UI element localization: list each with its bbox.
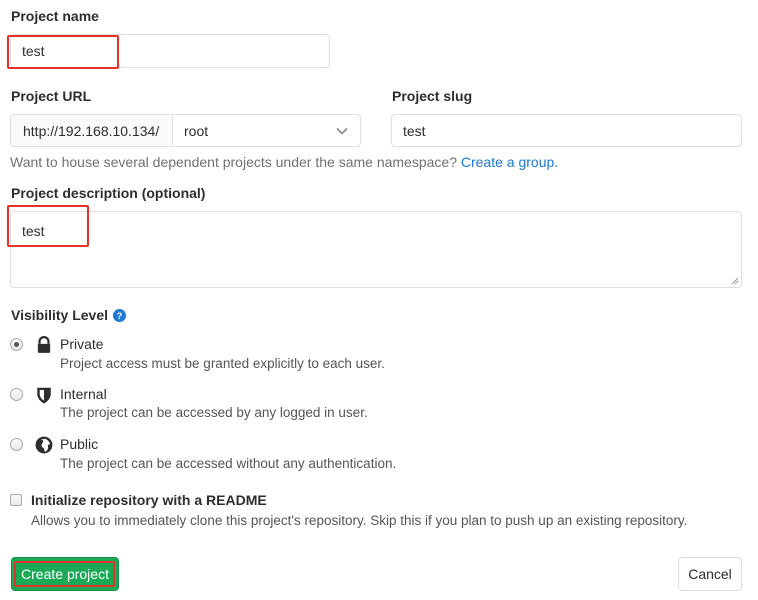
namespace-help-text: Want to house several dependent projects… xyxy=(10,154,457,170)
svg-text:?: ? xyxy=(117,311,123,321)
visibility-label: Visibility Level xyxy=(11,307,109,323)
visibility-radio-internal[interactable] xyxy=(10,388,23,401)
visibility-internal-title: Internal xyxy=(60,386,107,402)
project-url-label: Project URL xyxy=(11,88,92,104)
project-name-value: test xyxy=(22,43,45,59)
project-slug-label: Project slug xyxy=(392,88,473,104)
project-description-label: Project description (optional) xyxy=(11,185,206,201)
cancel-label: Cancel xyxy=(688,566,732,582)
project-url-prefix: http://192.168.10.134/ xyxy=(11,115,173,146)
project-name-input[interactable]: test xyxy=(10,34,330,68)
chevron-down-icon xyxy=(336,127,348,135)
visibility-private-desc: Project access must be granted explicitl… xyxy=(60,356,385,371)
create-project-label: Create project xyxy=(21,566,109,582)
shield-icon xyxy=(37,387,51,404)
project-slug-value: test xyxy=(403,122,426,139)
visibility-radio-public[interactable] xyxy=(10,438,23,451)
namespace-value: root xyxy=(184,122,209,139)
readme-label: Initialize repository with a README xyxy=(31,492,267,508)
cancel-button[interactable]: Cancel xyxy=(678,557,742,591)
readme-checkbox[interactable] xyxy=(10,494,22,506)
resize-handle-icon[interactable] xyxy=(731,277,739,285)
create-project-button[interactable]: Create project xyxy=(11,557,119,591)
visibility-internal-desc: The project can be accessed by any logge… xyxy=(60,405,368,420)
project-description-textarea[interactable]: test xyxy=(10,211,742,288)
visibility-private-title: Private xyxy=(60,336,104,352)
visibility-radio-private[interactable] xyxy=(10,338,23,351)
visibility-public-title: Public xyxy=(60,436,99,452)
visibility-public-desc: The project can be accessed without any … xyxy=(60,456,397,471)
readme-desc: Allows you to immediately clone this pro… xyxy=(31,513,688,528)
lock-icon xyxy=(37,336,51,353)
visibility-heading: Visibility Level ? xyxy=(11,307,127,323)
project-slug-input[interactable]: test xyxy=(391,114,742,147)
project-description-value: test xyxy=(22,223,45,239)
project-url-group: http://192.168.10.134/ root xyxy=(10,114,361,147)
create-group-link[interactable]: Create a group. xyxy=(461,154,558,170)
namespace-select[interactable]: root xyxy=(173,115,360,146)
namespace-help: Want to house several dependent projects… xyxy=(10,154,558,170)
project-name-label: Project name xyxy=(11,8,99,24)
globe-icon xyxy=(35,436,53,454)
help-question-icon[interactable]: ? xyxy=(113,308,127,322)
